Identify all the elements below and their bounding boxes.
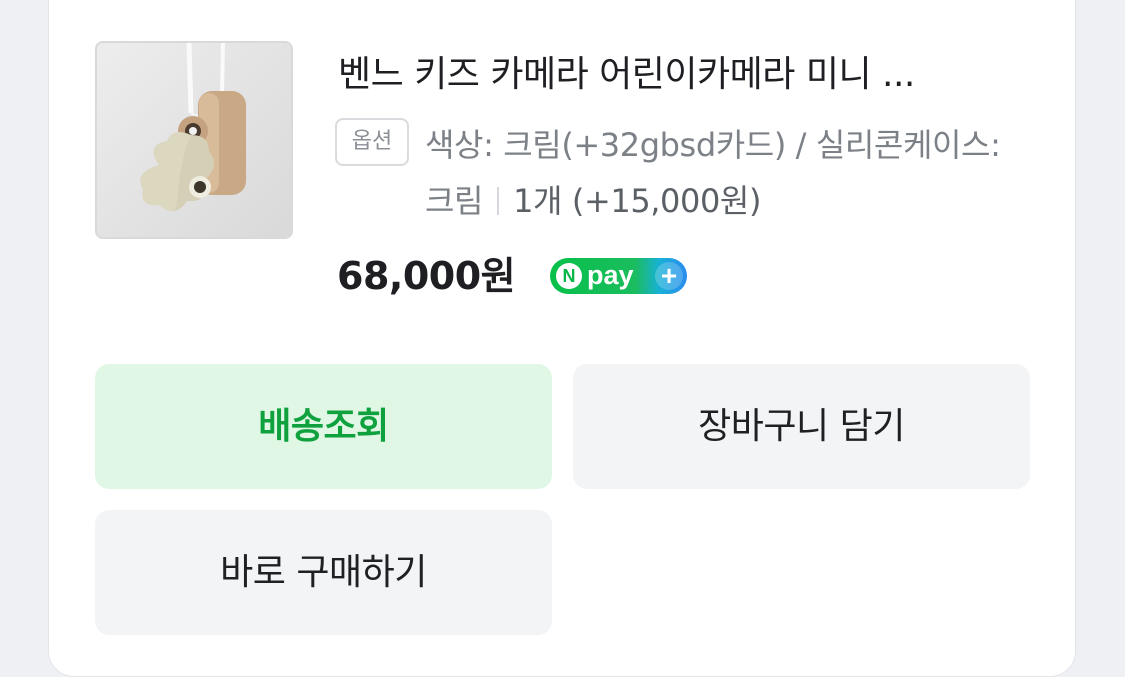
track-delivery-button[interactable]: 배송조회 <box>95 364 552 489</box>
option-badge: 옵션 <box>335 118 409 166</box>
npay-word: pay <box>587 260 634 290</box>
product-thumbnail[interactable] <box>95 41 293 239</box>
buy-now-button[interactable]: 바로 구매하기 <box>95 510 552 635</box>
plus-icon: + <box>655 262 683 290</box>
npay-plus-badge: N pay + <box>550 258 687 294</box>
option-divider <box>497 187 500 215</box>
option-details: 색상: 크림(+32gbsd카드) / 실리콘케이스: 크림 1개 (+15,00… <box>425 117 1025 229</box>
quantity-text: 1개 (+15,000원) <box>513 182 762 220</box>
add-to-cart-button[interactable]: 장바구니 담기 <box>573 364 1030 489</box>
product-image <box>97 43 291 237</box>
product-title[interactable]: 벤느 키즈 카메라 어린이카메라 미니 ... <box>338 50 1018 100</box>
product-price: 68,000원 <box>337 254 516 298</box>
naver-n-icon: N <box>556 263 582 289</box>
